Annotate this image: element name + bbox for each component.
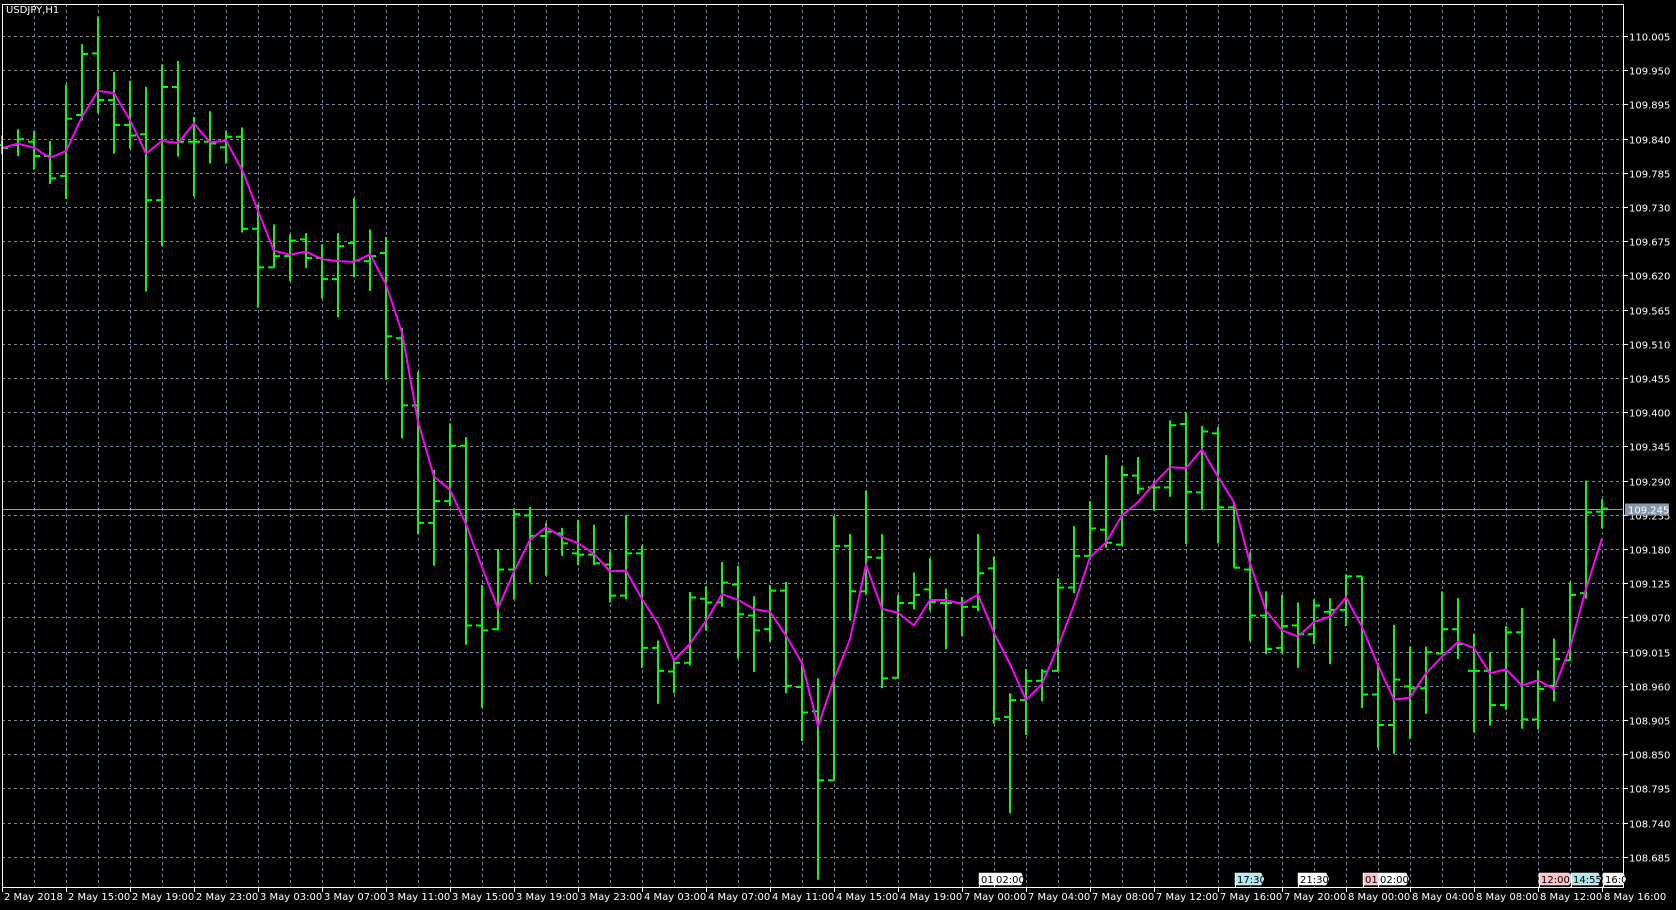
price-tick-label: 109.675 — [1629, 238, 1670, 249]
time-tick-label: 3 May 19:00 — [516, 892, 578, 903]
price-tick-label: 108.795 — [1629, 785, 1670, 796]
event-marker-label: 17:30 — [1237, 875, 1266, 886]
price-tick-label: 109.730 — [1629, 204, 1670, 215]
time-tick-label: 7 May 16:00 — [1220, 892, 1282, 903]
time-tick-label: 3 May 23:00 — [580, 892, 642, 903]
time-tick-label: 7 May 00:00 — [964, 892, 1026, 903]
price-tick-label: 109.290 — [1629, 478, 1670, 489]
time-tick-label: 4 May 19:00 — [900, 892, 962, 903]
price-tick-label: 108.850 — [1629, 751, 1670, 762]
event-marker[interactable]: 12:00 — [1538, 872, 1573, 887]
time-tick-label: 4 May 15:00 — [836, 892, 898, 903]
chart-background — [0, 0, 1676, 910]
time-tick-label: 8 May 12:00 — [1540, 892, 1602, 903]
time-tick-label: 4 May 03:00 — [644, 892, 706, 903]
price-tick-label: 109.125 — [1629, 580, 1670, 591]
time-tick-label: 3 May 07:00 — [324, 892, 386, 903]
time-tick-label: 3 May 15:00 — [452, 892, 514, 903]
event-marker[interactable]: 14:55 — [1570, 872, 1602, 887]
price-tick-label: 109.400 — [1629, 409, 1670, 420]
event-marker[interactable]: 02:00 — [993, 872, 1025, 887]
current-price-label: 109.245 — [1628, 506, 1669, 517]
price-tick-label: 108.740 — [1629, 820, 1670, 831]
price-tick-label: 109.785 — [1629, 170, 1670, 181]
price-tick-label: 108.685 — [1629, 854, 1670, 865]
event-marker-label: 12:00 — [1541, 875, 1570, 886]
time-tick-label: 8 May 04:00 — [1412, 892, 1474, 903]
price-tick-label: 109.345 — [1629, 443, 1670, 454]
price-tick-label: 109.950 — [1629, 67, 1670, 78]
time-tick-label: 4 May 07:00 — [708, 892, 770, 903]
event-marker-label: 21:30 — [1300, 875, 1329, 886]
price-tick-label: 109.510 — [1629, 341, 1670, 352]
time-tick-label: 2 May 19:00 — [132, 892, 194, 903]
time-tick-label: 8 May 08:00 — [1476, 892, 1538, 903]
price-tick-label: 109.840 — [1629, 136, 1670, 147]
event-marker[interactable]: 16:0 — [1602, 872, 1627, 887]
event-marker-label: 16:0 — [1605, 875, 1627, 886]
event-marker-label: 02:00 — [1380, 875, 1409, 886]
price-tick-label: 109.565 — [1629, 307, 1670, 318]
time-tick-label: 7 May 04:00 — [1028, 892, 1090, 903]
price-tick-label: 109.620 — [1629, 272, 1670, 283]
time-tick-label: 7 May 20:00 — [1284, 892, 1346, 903]
time-tick-label: 7 May 12:00 — [1156, 892, 1218, 903]
price-tick-label: 109.455 — [1629, 375, 1670, 386]
event-marker-label: 02:00 — [996, 875, 1025, 886]
time-tick-label: 4 May 11:00 — [772, 892, 834, 903]
time-tick-label: 2 May 15:00 — [68, 892, 130, 903]
time-tick-label: 7 May 08:00 — [1092, 892, 1154, 903]
time-tick-label: 8 May 16:00 — [1604, 892, 1666, 903]
price-tick-label: 109.180 — [1629, 546, 1670, 557]
price-tick-label: 110.005 — [1629, 33, 1670, 44]
time-tick-label: 8 May 00:00 — [1348, 892, 1410, 903]
price-tick-label: 109.895 — [1629, 101, 1670, 112]
time-tick-label: 3 May 11:00 — [388, 892, 450, 903]
time-tick-label: 3 May 03:00 — [260, 892, 322, 903]
price-chart[interactable]: USDJPY,H1 110.005 109.950 109.895 109.840 109… — [0, 0, 1676, 910]
time-tick-label: 2 May 23:00 — [196, 892, 258, 903]
event-marker[interactable]: 21:30 — [1297, 872, 1330, 887]
event-marker[interactable]: 02:00 — [1377, 872, 1410, 887]
price-tick-label: 108.905 — [1629, 717, 1670, 728]
price-tick-label: 108.960 — [1629, 683, 1670, 694]
time-tick-label: 2 May 2018 — [4, 892, 63, 903]
chart-title: USDJPY,H1 — [6, 5, 59, 16]
price-tick-label: 109.015 — [1629, 649, 1670, 660]
event-marker-label: 14:55 — [1573, 875, 1602, 886]
price-tick-label: 109.070 — [1629, 614, 1670, 625]
event-marker[interactable]: 17:30 — [1234, 872, 1266, 887]
